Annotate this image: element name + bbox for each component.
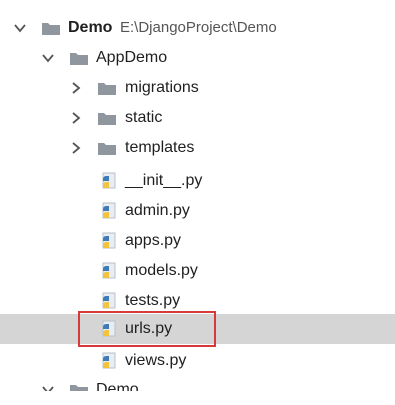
python-file-icon (100, 320, 118, 338)
python-file-icon (100, 292, 118, 310)
file-label: urls.py (125, 320, 173, 337)
tree-row-static[interactable]: static (0, 103, 395, 133)
tree-row-project-root[interactable]: Demo E:\DjangoProject\Demo (0, 13, 395, 43)
tree-row-file[interactable]: views.py (0, 346, 395, 376)
tree-row-file[interactable]: models.py (0, 256, 395, 286)
tree-row-partial[interactable]: Demo (0, 375, 395, 398)
chevron-down-icon[interactable] (12, 20, 28, 36)
project-path: E:\DjangoProject\Demo (120, 19, 277, 36)
python-file-icon (100, 172, 118, 190)
tree-row-migrations[interactable]: migrations (0, 73, 395, 103)
python-file-icon (100, 352, 118, 370)
file-label: admin.py (125, 202, 190, 219)
python-file-icon (100, 232, 118, 250)
tree-row-file[interactable]: tests.py (0, 286, 395, 316)
folder-icon (98, 82, 116, 95)
folder-label: migrations (125, 79, 199, 96)
chevron-right-icon[interactable] (68, 140, 84, 156)
folder-icon (42, 22, 60, 35)
folder-label: static (125, 109, 163, 126)
file-label: models.py (125, 262, 198, 279)
project-tree: Demo E:\DjangoProject\Demo AppDemo migra… (0, 0, 395, 391)
tree-row-file[interactable]: admin.py (0, 196, 395, 226)
file-label: __init__.py (125, 172, 203, 189)
python-file-icon (100, 262, 118, 280)
chevron-right-icon[interactable] (68, 80, 84, 96)
folder-icon (70, 384, 88, 391)
chevron-down-icon[interactable] (40, 50, 56, 66)
file-label: tests.py (125, 292, 181, 309)
file-label: apps.py (125, 232, 182, 249)
tree-row-file-selected[interactable]: urls.py (0, 314, 395, 344)
folder-icon (70, 52, 88, 65)
folder-label: templates (125, 139, 195, 156)
folder-label: Demo (96, 381, 139, 398)
folder-icon (98, 142, 116, 155)
tree-row-appdemo[interactable]: AppDemo (0, 43, 395, 73)
python-file-icon (100, 202, 118, 220)
tree-row-templates[interactable]: templates (0, 133, 395, 163)
folder-label: AppDemo (96, 49, 168, 66)
tree-row-file[interactable]: apps.py (0, 226, 395, 256)
tree-row-file[interactable]: __init__.py (0, 166, 395, 196)
file-label: views.py (125, 352, 187, 369)
chevron-right-icon[interactable] (68, 110, 84, 126)
folder-icon (98, 112, 116, 125)
chevron-down-icon[interactable] (40, 382, 56, 391)
project-name: Demo (68, 19, 113, 36)
